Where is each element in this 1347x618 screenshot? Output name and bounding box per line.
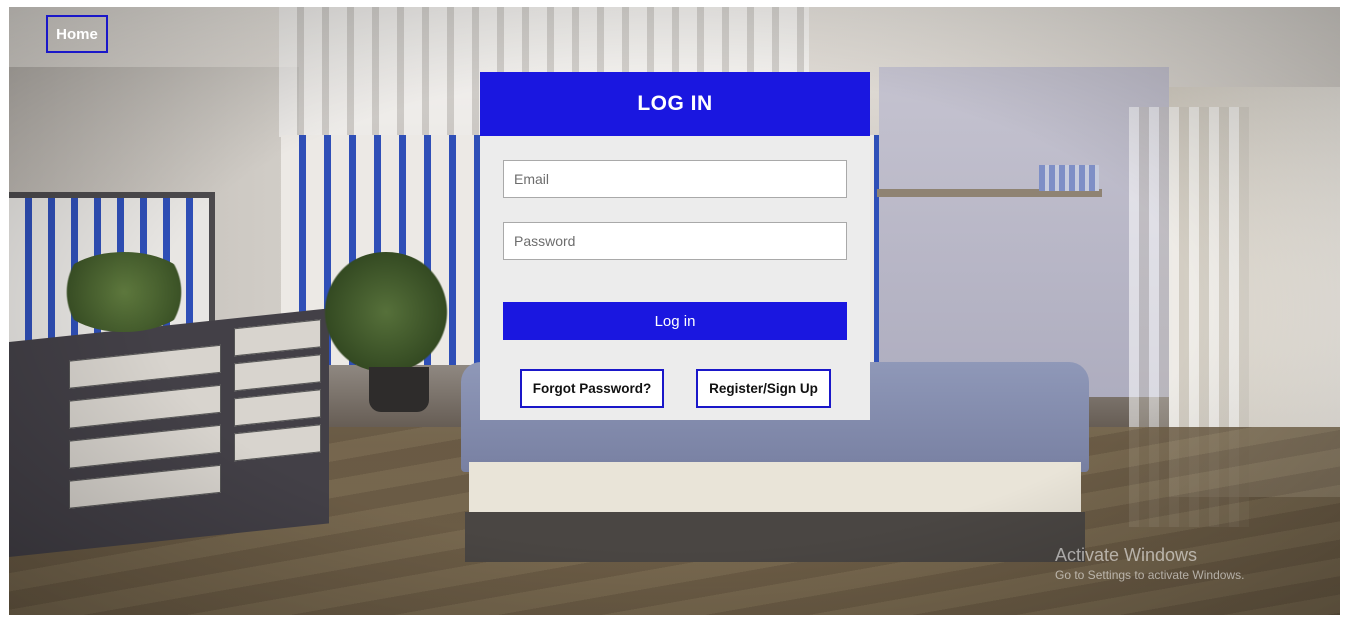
home-link[interactable]: Home — [46, 15, 108, 53]
watermark-title: Activate Windows — [1055, 545, 1198, 565]
login-button[interactable]: Log in — [503, 302, 847, 340]
email-field[interactable] — [503, 160, 847, 198]
login-title: LOG IN — [480, 72, 870, 136]
windows-activation-watermark: Activate Windows Go to Settings to activ… — [1055, 545, 1244, 582]
login-card: LOG IN Log in Forgot Password? Register/… — [480, 72, 870, 420]
password-field[interactable] — [503, 222, 847, 260]
register-button[interactable]: Register/Sign Up — [696, 369, 831, 408]
watermark-subtitle: Go to Settings to activate Windows. — [1055, 568, 1245, 582]
forgot-password-button[interactable]: Forgot Password? — [520, 369, 664, 408]
